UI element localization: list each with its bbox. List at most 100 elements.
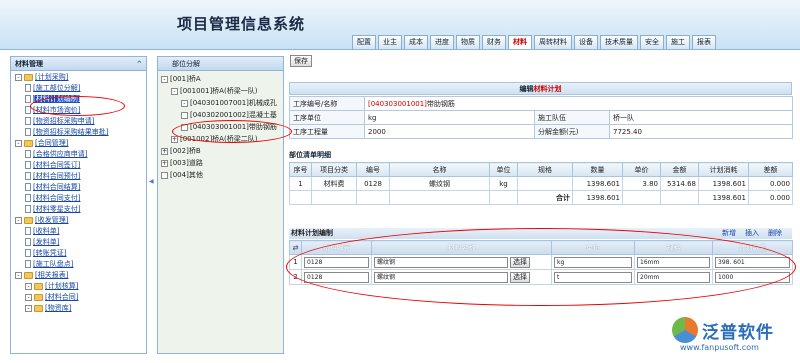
- nav-item[interactable]: [材料零星支付]: [11, 204, 146, 215]
- expand-toggle-icon[interactable]: -: [25, 304, 32, 312]
- document-icon: [25, 205, 31, 213]
- expand-toggle-icon[interactable]: [181, 111, 188, 119]
- nav-item[interactable]: [转账凭证]: [11, 248, 146, 259]
- nav-group[interactable]: - [合同管理]: [11, 138, 146, 149]
- nav-item[interactable]: [材料合同预付]: [11, 171, 146, 182]
- part-node[interactable]: + [002]桥B: [161, 145, 283, 157]
- expand-toggle-icon[interactable]: -: [25, 282, 32, 290]
- part-node[interactable]: + [003]道路: [161, 157, 283, 169]
- detail-cell: 0.000: [748, 176, 793, 191]
- plan-action-link[interactable]: 插入: [745, 229, 759, 237]
- nav-item[interactable]: [发料单]: [11, 237, 146, 248]
- expand-toggle-icon[interactable]: -: [171, 87, 178, 95]
- nav-item-label[interactable]: [计划采购]: [35, 73, 68, 81]
- part-node-label[interactable]: [004]其他: [170, 171, 203, 179]
- nav-item[interactable]: [施工部位分解]: [11, 83, 146, 94]
- nav-group[interactable]: - [材料合同]: [11, 292, 146, 303]
- document-icon: [25, 260, 31, 268]
- nav-item-label[interactable]: [物资招标采购结果审批]: [33, 128, 108, 136]
- expand-toggle-icon[interactable]: -: [15, 139, 22, 147]
- nav-item[interactable]: [收料单]: [11, 226, 146, 237]
- nav-item-label[interactable]: [发料单]: [33, 238, 59, 246]
- nav-item-label[interactable]: [物资库]: [45, 304, 71, 312]
- process-code: [040303001001]: [368, 99, 427, 108]
- nav-item-label[interactable]: [施工队盘点]: [33, 260, 73, 268]
- nav-group[interactable]: - [计划核算]: [11, 281, 146, 292]
- nav-item-label[interactable]: [材料合同签订]: [33, 161, 80, 169]
- part-node[interactable]: [004]其他: [161, 169, 283, 181]
- expand-toggle-icon[interactable]: [161, 171, 168, 179]
- expand-toggle-icon[interactable]: -: [181, 99, 188, 107]
- nav-item[interactable]: [合格供应商申请]: [11, 149, 146, 160]
- nav-panel-title: 材料管理: [15, 60, 43, 68]
- nav-item[interactable]: [材料合同签订]: [11, 160, 146, 171]
- nav-item-label[interactable]: [收料单]: [33, 227, 59, 235]
- tab-4[interactable]: 物质: [456, 35, 480, 49]
- detail-cell: 材料费: [311, 176, 357, 191]
- expand-toggle-icon[interactable]: -: [161, 75, 168, 83]
- part-node[interactable]: - [040301007001]机械成孔: [161, 97, 283, 109]
- nav-item-label[interactable]: [材料合同预付]: [33, 172, 80, 180]
- tab-6[interactable]: 材料: [508, 35, 532, 49]
- nav-item-label[interactable]: [合格供应商申请]: [33, 150, 87, 158]
- expand-toggle-icon[interactable]: +: [161, 147, 168, 155]
- nav-item[interactable]: [物资招标采购申请]: [11, 116, 146, 127]
- part-node-label[interactable]: [040302001002]混凝土基: [190, 111, 277, 119]
- folder-icon: [34, 282, 43, 290]
- nav-group[interactable]: - [计划采购]: [11, 72, 146, 83]
- tab-3[interactable]: 进度: [430, 35, 454, 49]
- tab-1[interactable]: 业主: [378, 35, 402, 49]
- part-node-label[interactable]: [003]道路: [170, 159, 203, 167]
- nav-item-label[interactable]: [材料零星支付]: [33, 205, 80, 213]
- plan-action-link[interactable]: 新增: [722, 229, 736, 237]
- part-node-label[interactable]: [001001]桥A(桥梁一队): [180, 87, 257, 95]
- nav-item-label[interactable]: [合同管理]: [35, 139, 68, 147]
- part-node[interactable]: - [001001]桥A(桥梁一队): [161, 85, 283, 97]
- plan-action-link[interactable]: 删除: [768, 229, 782, 237]
- part-node-label[interactable]: [001]桥A: [170, 75, 201, 83]
- nav-item-label[interactable]: [计划核算]: [45, 282, 78, 290]
- nav-item-label[interactable]: [相关报表]: [35, 271, 68, 279]
- nav-item-label[interactable]: [收发管理]: [35, 216, 68, 224]
- nav-item-label[interactable]: [材料合同结算]: [33, 183, 80, 191]
- nav-group[interactable]: - [收发管理]: [11, 215, 146, 226]
- part-node-label[interactable]: [002]桥B: [170, 147, 201, 155]
- tab-7[interactable]: 周转材料: [534, 35, 572, 49]
- expand-toggle-icon[interactable]: -: [25, 293, 32, 301]
- nav-item[interactable]: [施工队盘点]: [11, 259, 146, 270]
- brand-logo: 泛普软件 www.fanpusoft.com: [658, 315, 798, 360]
- nav-item-label[interactable]: [转账凭证]: [33, 249, 66, 257]
- nav-item[interactable]: [材料合同支付]: [11, 193, 146, 204]
- nav-item[interactable]: [材料合同结算]: [11, 182, 146, 193]
- tab-2[interactable]: 成本: [404, 35, 428, 49]
- part-node[interactable]: - [001]桥A: [161, 73, 283, 85]
- detail-cell: 3.80: [622, 176, 661, 191]
- expand-toggle-icon[interactable]: -: [15, 271, 22, 279]
- nav-item-label[interactable]: [物资招标采购申请]: [33, 117, 94, 125]
- nav-item-label[interactable]: [材料合同支付]: [33, 194, 80, 202]
- nav-group[interactable]: - [物资库]: [11, 303, 146, 314]
- tab-8[interactable]: 设备: [574, 35, 598, 49]
- tab-5[interactable]: 财务: [482, 35, 506, 49]
- nav-group[interactable]: - [相关报表]: [11, 270, 146, 281]
- expand-toggle-icon[interactable]: -: [15, 216, 22, 224]
- nav-item-label[interactable]: [材料合同]: [45, 293, 78, 301]
- document-icon: [25, 128, 31, 136]
- tab-9[interactable]: 技术质量: [600, 35, 638, 49]
- nav-item[interactable]: [物资招标采购结果审批]: [11, 127, 146, 138]
- expand-toggle-icon[interactable]: +: [161, 159, 168, 167]
- splitter-arrow-icon[interactable]: ◀: [149, 178, 155, 188]
- row-selector-icon[interactable]: ⇄: [289, 240, 302, 255]
- expand-toggle-icon[interactable]: -: [15, 73, 22, 81]
- tab-12[interactable]: 报表: [692, 35, 716, 49]
- collapse-icon[interactable]: ⌃: [135, 58, 143, 72]
- tab-11[interactable]: 施工: [666, 35, 690, 49]
- tab-10[interactable]: 安全: [640, 35, 664, 49]
- part-node-label[interactable]: [040301007001]机械成孔: [190, 99, 277, 107]
- tab-0[interactable]: 配置: [352, 35, 376, 49]
- nav-item-label[interactable]: [施工部位分解]: [33, 84, 80, 92]
- total-label: 合计: [517, 190, 573, 205]
- expand-toggle-icon[interactable]: +: [171, 135, 178, 143]
- save-button[interactable]: 保存: [290, 55, 312, 67]
- empty-cell: [356, 190, 390, 205]
